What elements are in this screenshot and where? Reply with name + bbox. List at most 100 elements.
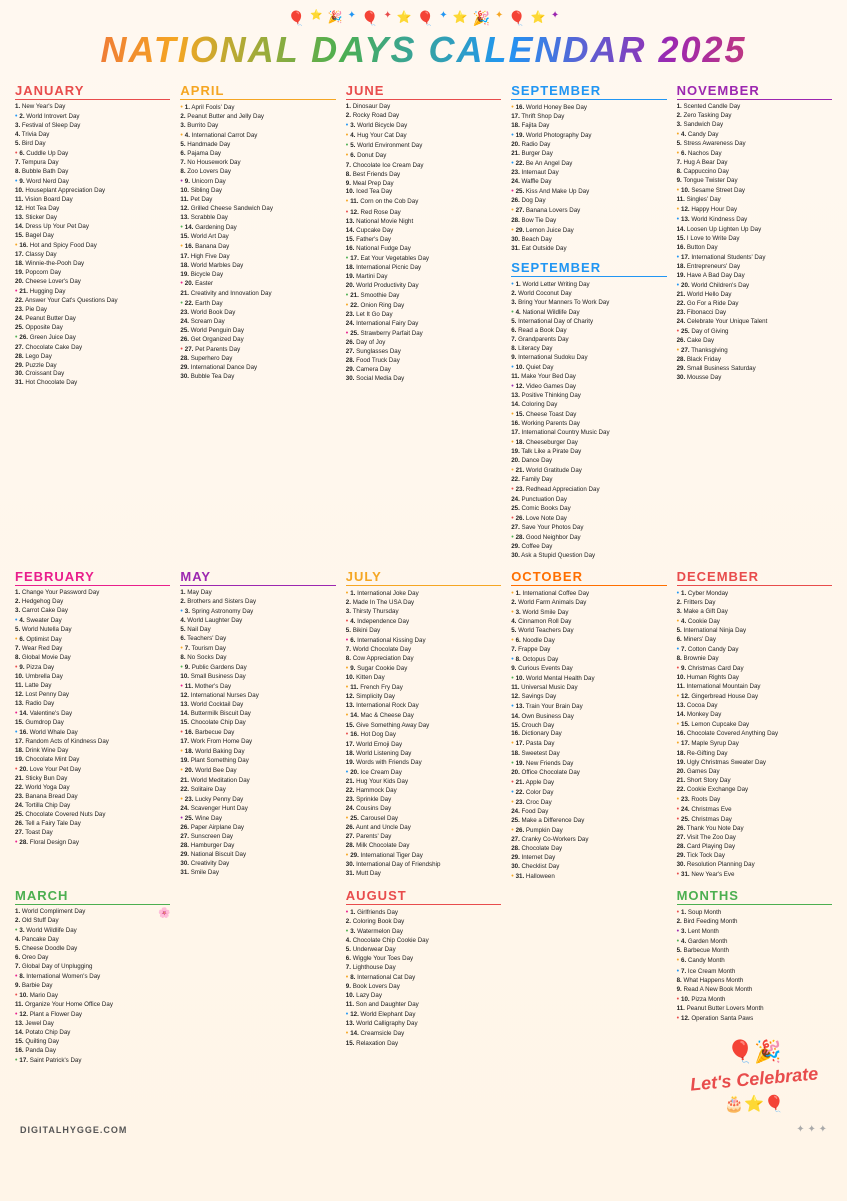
list-item: 2. Bird Feeding Month (677, 918, 832, 927)
list-item: 23. Croc Day (511, 798, 666, 808)
list-item: 22. Go For a Ride Day (677, 300, 832, 309)
list-item: 17. International Students' Day (677, 253, 832, 263)
list-item: 27. Thanksgiving (677, 346, 832, 356)
list-item: 5. International Ninja Day (677, 627, 832, 636)
list-item: 25. Opposite Day (15, 324, 170, 333)
list-item: 27. Cranky Co-Workers Day (511, 836, 666, 845)
january-days: 1. New Year's Day 2. World Introvert Day… (15, 103, 170, 388)
list-item: 9. International Sudoku Day (511, 354, 666, 363)
list-item: 10. Iced Tea Day (346, 188, 501, 197)
list-item: 5. Stress Awareness Day (677, 140, 832, 149)
list-item: 23. World Book Day (180, 309, 335, 318)
list-item: 6. Noodle Day (511, 636, 666, 646)
list-item: 26. Aunt and Uncle Day (346, 824, 501, 833)
month-january: JANUARY 1. New Year's Day 2. World Intro… (12, 81, 173, 563)
list-item: 23. Sprinkle Day (346, 796, 501, 805)
list-item: 5. World Nutella Day (15, 626, 170, 635)
list-item: 8. Octopus Day (511, 655, 666, 665)
list-item: 12. Hot Tea Day (15, 205, 170, 214)
month-september: SEPTEMBER 16. World Honey Bee Day 17. Th… (508, 81, 669, 563)
list-item: 11. Peanut Butter Lovers Month (677, 1005, 832, 1014)
month-title-october: OCTOBER (511, 569, 666, 586)
list-item: 10. Houseplant Appreciation Day (15, 187, 170, 196)
june-extra-days: 16. World Honey Bee Day 17. Thrift Shop … (511, 103, 666, 254)
list-item: 11. International Mountain Day (677, 683, 832, 692)
list-item: 6. Wiggle Your Toes Day (346, 955, 501, 964)
celebrate-section: 🎈🎉 Let's Celebrate 🎂⭐🎈 (677, 1039, 832, 1114)
list-item: 21. World Hello Day (677, 291, 832, 300)
list-item: 19. Chocolate Mint Day (15, 756, 170, 765)
list-item: 21. Smoothie Day (346, 291, 501, 301)
month-august: AUGUST 1. Girlfriends Day 2. Coloring Bo… (343, 886, 504, 1116)
list-item: 22. World Yoga Day (15, 784, 170, 793)
list-item: 16. World Whale Day (15, 728, 170, 738)
list-item: 28. Milk Chocolate Day (346, 842, 501, 851)
list-item: 25. Chocolate Covered Nuts Day (15, 811, 170, 820)
list-item: 19. Popcorn Day (15, 269, 170, 278)
list-item: 11. Corn on the Cob Day (346, 197, 501, 207)
list-item: 12. Video Games Day (511, 382, 666, 392)
list-item: 3. Festival of Sleep Day (15, 122, 170, 131)
list-item: 5. Cheese Doodle Day (15, 945, 170, 954)
list-item: 30. Beach Day (511, 236, 666, 245)
list-item: 7. Hug A Bear Day (677, 159, 832, 168)
bottom-decoration: ✦ ✦ ✦ (796, 1124, 827, 1135)
page: 🎈 ⭐ 🎉 ✦ 🎈 ✦ ⭐ 🎈 ✦ ⭐ 🎉 ✦ 🎈 ⭐ ✦ NATIONAL D… (0, 0, 847, 1201)
month-title-months: MONTHS (677, 888, 832, 905)
list-item: 19. Plant Something Day (180, 757, 335, 766)
list-item: 29. International Tiger Day (346, 851, 501, 861)
list-item: 16. Barbecue Day (180, 728, 335, 738)
list-item: 14. Potato Chip Day (15, 1029, 170, 1038)
list-item: 16. Button Day (677, 244, 832, 253)
list-item: 30. Croissant Day (15, 370, 170, 379)
list-item: 2. Zero Tasking Day (677, 112, 832, 121)
month-march: MARCH 🌸 1. World Compliment Day 2. Old S… (12, 886, 173, 1116)
list-item: 16. Hot and Spicy Food Day (15, 241, 170, 251)
list-item: 26. Dog Day (511, 197, 666, 206)
month-title-december: DECEMBER (677, 569, 832, 586)
calendar-grid: JANUARY 1. New Year's Day 2. World Intro… (10, 79, 837, 1118)
list-item: 19. Talk Like a Pirate Day (511, 448, 666, 457)
list-item: 24. Waffle Day (511, 178, 666, 187)
list-item: 18. World Baking Day (180, 747, 335, 757)
list-item: 28. Superhero Day (180, 355, 335, 364)
list-item: 17. Classy Day (15, 251, 170, 260)
list-item: 7. Lighthouse Day (346, 964, 501, 973)
list-item: 14. Monkey Day (677, 711, 832, 720)
june-days: 1. Dinosaur Day 2. Rocky Road Day 3. Wor… (346, 103, 501, 384)
list-item: 2. World Introvert Day (15, 112, 170, 122)
list-item: 18. Cheeseburger Day (511, 438, 666, 448)
list-item: 10. Quiet Day (511, 363, 666, 373)
list-item: 15. Give Something Away Day (346, 722, 501, 731)
list-item: 22. Solitaire Day (180, 786, 335, 795)
list-item: 3. Watermelon Day (346, 927, 501, 937)
list-item: 12. Operation Santa Paws (677, 1014, 832, 1024)
list-item: 3. World Bicycle Day (346, 121, 501, 131)
list-item: 11. Mother's Day (180, 682, 335, 692)
list-item: 4. Sweater Day (15, 616, 170, 626)
month-title-september-2: SEPTEMBER (511, 260, 666, 277)
list-item: 17. High Five Day (180, 253, 335, 262)
list-item: 3. Carrot Cake Day (15, 607, 170, 616)
list-item: 3. Make a Gift Day (677, 608, 832, 617)
list-item: 17. Saint Patrick's Day (15, 1056, 170, 1066)
list-item: 29. Puzzle Day (15, 362, 170, 371)
list-item: 15. Cheese Toast Day (511, 410, 666, 420)
list-item: 10. Mario Day (15, 991, 170, 1001)
list-item: 3. Lent Month (677, 927, 832, 937)
list-item: 4. Hug Your Cat Day (346, 131, 501, 141)
list-item: 30. Creativity Day (180, 860, 335, 869)
april-days: 1. April Fools' Day 2. Peanut Butter and… (180, 103, 335, 382)
list-item: 9. Read A New Book Month (677, 986, 832, 995)
list-item: 9. Sugar Cookie Day (346, 664, 501, 674)
month-february: FEBRUARY 1. Change Your Password Day 2. … (12, 567, 173, 882)
list-item: 16. Hot Dog Day (346, 730, 501, 740)
list-item: 29. Tick Tock Day (677, 852, 832, 861)
list-item: 28. Hamburger Day (180, 842, 335, 851)
month-title-june: JUNE (346, 83, 501, 100)
list-item: 12. Simplicity Day (346, 693, 501, 702)
list-item: 12. Lost Penny Day (15, 691, 170, 700)
list-item: 16. Panda Day (15, 1047, 170, 1056)
list-item: 6. International Kissing Day (346, 636, 501, 646)
list-item: 4. Chocolate Chip Cookie Day (346, 937, 501, 946)
